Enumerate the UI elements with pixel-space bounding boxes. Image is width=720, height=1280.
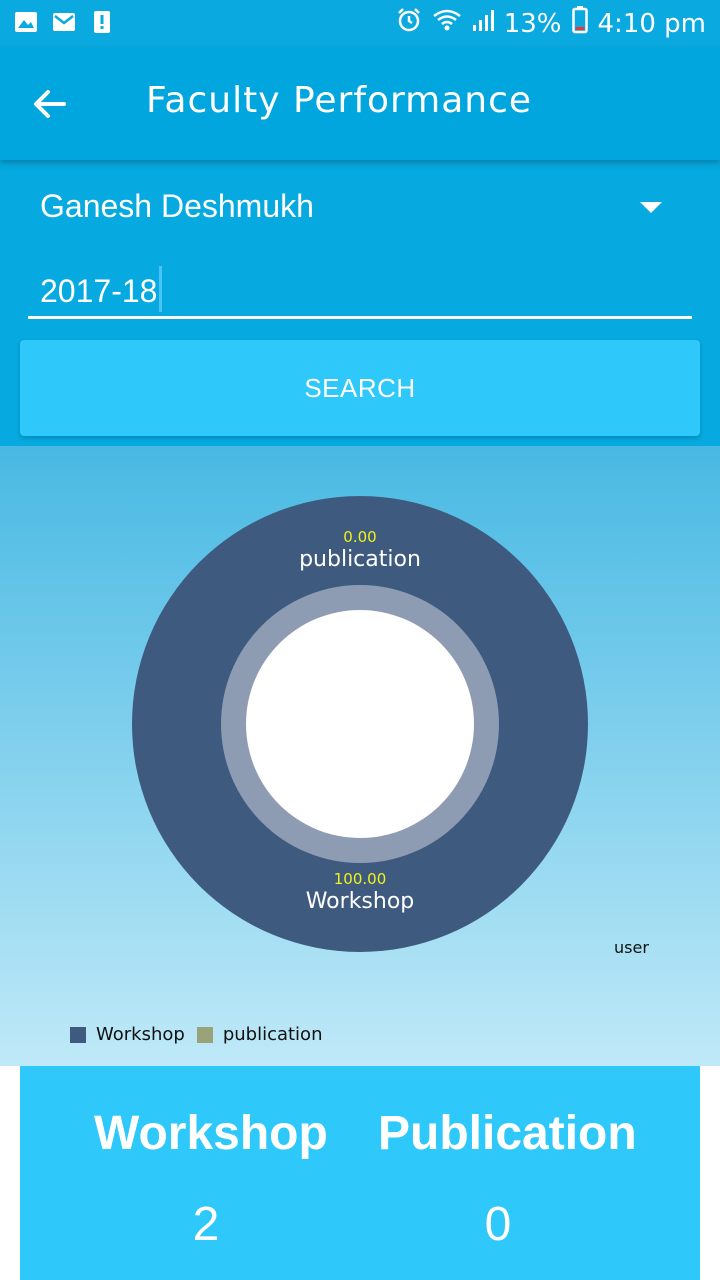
app-bar: Faculty Performance [0, 48, 720, 160]
legend-swatch-workshop [70, 1026, 86, 1043]
alarm-icon [396, 7, 422, 40]
signal-icon [472, 8, 494, 39]
legend-label-workshop: Workshop [96, 1024, 185, 1045]
battery-percent: 13% [503, 8, 562, 39]
donut-chart: 100.00Workshop 0.00publication [132, 496, 588, 952]
text-cursor [159, 266, 163, 312]
chart-center-label: user [614, 938, 649, 957]
battery-icon [571, 6, 588, 41]
alert-icon [90, 10, 114, 34]
clock: 4:10 pm [597, 8, 706, 39]
status-bar: 13% 4:10 pm [0, 0, 720, 48]
back-arrow-icon[interactable] [30, 84, 78, 124]
chart-legend: Workshop publication [70, 1024, 334, 1045]
status-right: 13% 4:10 pm [396, 6, 706, 41]
search-form: Ganesh Deshmukh 2017-18 SEARCH [0, 160, 720, 446]
dropdown-arrow-icon [640, 202, 662, 213]
legend-item-workshop: Workshop [70, 1024, 185, 1045]
year-input[interactable]: 2017-18 [28, 256, 692, 319]
search-button[interactable]: SEARCH [20, 340, 700, 436]
legend-item-publication: publication [196, 1024, 323, 1045]
chart-area: 100.00 Workshop 0.00 publication user Works… [0, 446, 720, 1066]
image-icon [14, 10, 38, 34]
donut-hole [246, 610, 474, 838]
page-title: Faculty Performance [146, 80, 533, 121]
legend-label-publication: publication [222, 1024, 323, 1045]
slice-label-workshop: Workshop [306, 889, 415, 914]
publication-stat-label: Publication [378, 1107, 637, 1160]
workshop-stat: Workshop 2 [94, 1106, 328, 1252]
status-left-icons [14, 10, 114, 34]
slice-label-publication: publication [299, 547, 421, 572]
value-label-workshop: 100.00 [334, 870, 387, 888]
workshop-stat-count: 2 [192, 1198, 220, 1251]
publication-stat-count: 0 [484, 1198, 512, 1251]
stats-card: Workshop 2 Publication 0 [20, 1066, 700, 1280]
faculty-dropdown[interactable]: Ganesh Deshmukh [40, 180, 680, 236]
wifi-icon [432, 8, 462, 39]
workshop-stat-label: Workshop [94, 1107, 328, 1160]
year-input-value: 2017-18 [40, 273, 158, 309]
legend-swatch-publication [196, 1026, 213, 1043]
gmail-icon [52, 10, 76, 34]
faculty-dropdown-value: Ganesh Deshmukh [40, 188, 314, 224]
publication-stat: Publication 0 [378, 1106, 637, 1252]
value-label-publication: 0.00 [343, 528, 376, 546]
